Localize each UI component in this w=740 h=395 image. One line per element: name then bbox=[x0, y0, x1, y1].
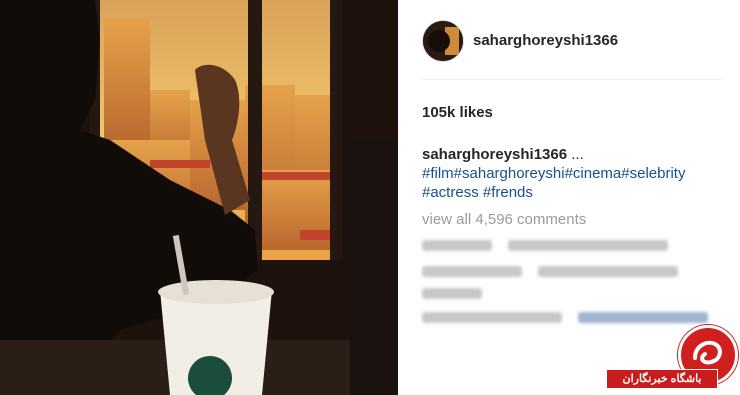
watermark: باشگاه خبرنگاران bbox=[600, 325, 740, 395]
caption-ellipsis: ... bbox=[567, 146, 584, 163]
username-link[interactable]: saharghoreyshi1366 bbox=[473, 32, 618, 49]
comment-text-blurred bbox=[508, 240, 668, 251]
post-photo[interactable] bbox=[0, 0, 398, 395]
post-header: saharghoreyshi1366 bbox=[398, 0, 740, 80]
post-panel: saharghoreyshi1366 105k likes saharghore… bbox=[398, 0, 740, 395]
comment-mention-blurred bbox=[578, 312, 708, 323]
avatar[interactable] bbox=[422, 20, 464, 62]
view-all-comments-link[interactable]: view all 4,596 comments bbox=[422, 211, 586, 228]
comment-text-blurred bbox=[538, 266, 678, 277]
post-caption: saharghoreyshi1366 ... #film#saharghorey… bbox=[422, 145, 722, 202]
caption-username[interactable]: saharghoreyshi1366 bbox=[422, 146, 567, 163]
comment-user-blurred bbox=[422, 266, 522, 277]
comment-user-blurred bbox=[422, 312, 562, 323]
watermark-text: باشگاه خبرنگاران bbox=[606, 369, 718, 389]
caption-hashtags-line-1[interactable]: #film#saharghoreyshi#cinema#selebrity bbox=[422, 165, 685, 182]
header-divider bbox=[422, 79, 722, 80]
comment-text-blurred bbox=[422, 288, 482, 299]
likes-count[interactable]: 105k likes bbox=[422, 104, 493, 121]
comment-user-blurred bbox=[422, 240, 492, 251]
caption-hashtags-line-2[interactable]: #actress #frends bbox=[422, 184, 533, 201]
